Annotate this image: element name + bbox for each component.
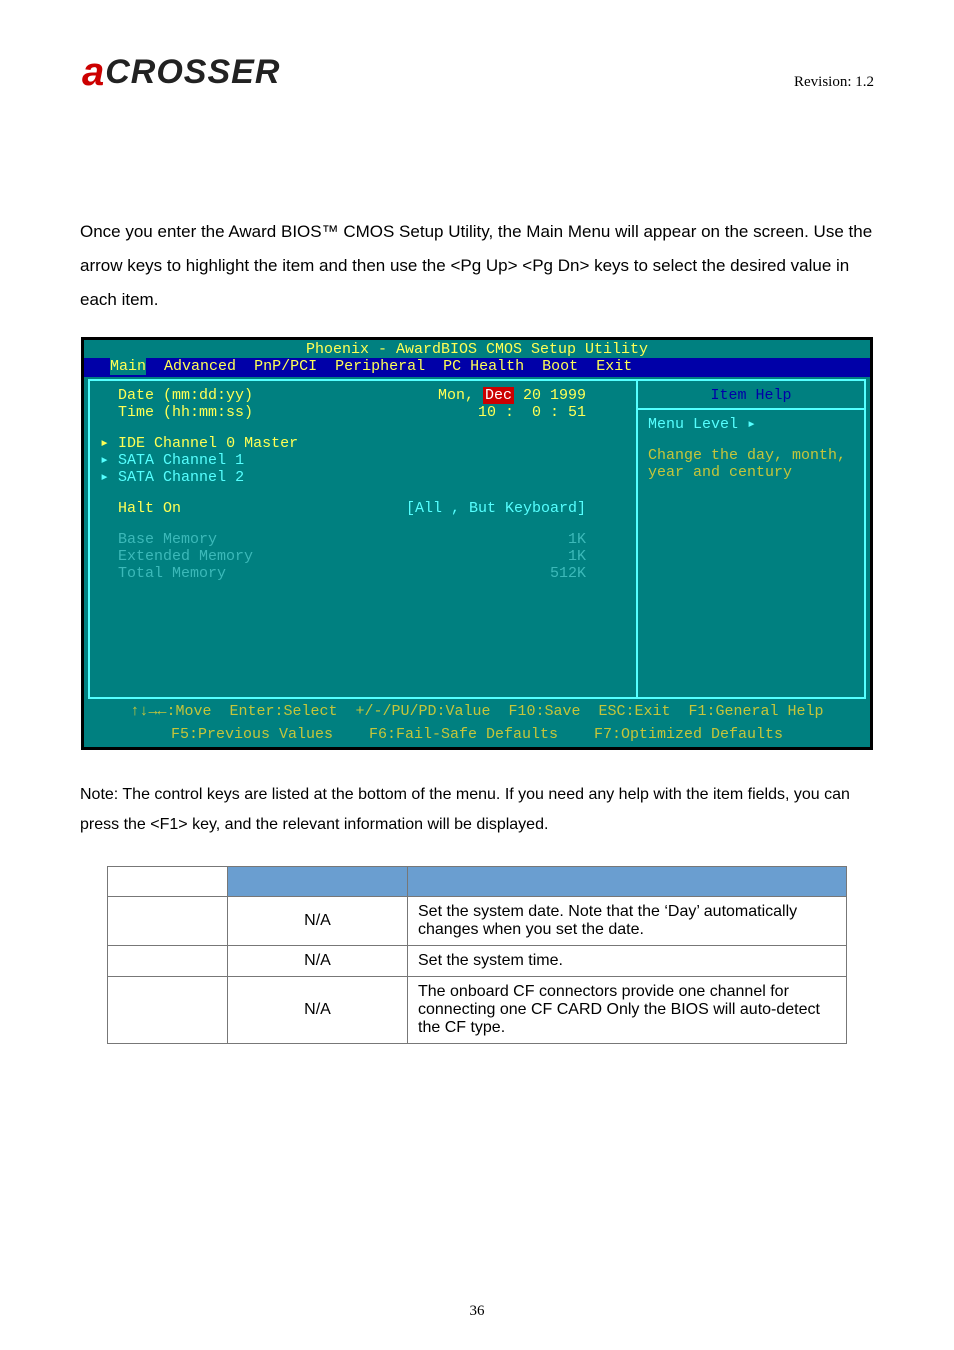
bios-screenshot: Phoenix - AwardBIOS CMOS Setup Utility M… <box>81 337 873 750</box>
bios-date-value[interactable]: Mon, Dec 20 1999 <box>330 387 626 404</box>
bios-body: Date (mm:dd:yy) Mon, Dec 20 1999 Time (h… <box>84 377 870 701</box>
table-cell <box>108 945 228 976</box>
bios-sata1-row[interactable]: ▸ SATA Channel 1 <box>100 452 626 469</box>
table-cell-option: N/A <box>228 945 408 976</box>
bios-footer1: ↑↓→←:Move Enter:Select +/-/PU/PD:Value F… <box>84 701 870 724</box>
table-header-1 <box>108 866 228 896</box>
bios-menu-peripheral[interactable]: Peripheral <box>335 358 425 375</box>
bios-time-value[interactable]: 10 : 0 : 51 <box>330 404 626 421</box>
options-table: N/A Set the system date. Note that the ‘… <box>107 866 847 1044</box>
bios-date-highlight[interactable]: Dec <box>483 387 514 404</box>
table-header-3 <box>408 866 847 896</box>
bios-menu-exit[interactable]: Exit <box>596 358 632 375</box>
logo: aCROSSER <box>80 50 280 95</box>
table-cell-desc: Set the system date. Note that the ‘Day’… <box>408 896 847 945</box>
bios-halt-row[interactable]: Halt On [All , But Keyboard] <box>100 500 626 517</box>
bios-help-text: Change the day, month, year and century <box>648 447 854 481</box>
table-cell <box>108 896 228 945</box>
triangle-icon: ▸ <box>100 469 109 486</box>
bios-menu-main[interactable]: Main <box>110 358 146 375</box>
bios-totmem-row: Total Memory 512K <box>100 565 626 582</box>
bios-date-label: Date (mm:dd:yy) <box>100 387 330 404</box>
triangle-icon: ▸ <box>100 452 109 469</box>
bios-sata2-row[interactable]: ▸ SATA Channel 2 <box>100 469 626 486</box>
bios-footer2: F5:Previous Values F6:Fail-Safe Defaults… <box>84 724 870 747</box>
bios-basemem-row: Base Memory 1K <box>100 531 626 548</box>
bios-menu-pnppci[interactable]: PnP/PCI <box>254 358 317 375</box>
bios-basemem-value: 1K <box>330 531 626 548</box>
table-row: N/A Set the system time. <box>108 945 847 976</box>
bios-date-row[interactable]: Date (mm:dd:yy) Mon, Dec 20 1999 <box>100 387 626 404</box>
table-cell <box>108 976 228 1043</box>
table-cell-option: N/A <box>228 896 408 945</box>
table-row: N/A Set the system date. Note that the ‘… <box>108 896 847 945</box>
note-paragraph: Note: The control keys are listed at the… <box>80 780 874 841</box>
bios-menubar[interactable]: Main Advanced PnP/PCI Peripheral PC Heal… <box>84 358 870 377</box>
bios-help-title: Item Help <box>648 387 854 404</box>
divider <box>638 408 864 410</box>
table-header-row <box>108 866 847 896</box>
bios-totmem-value: 512K <box>330 565 626 582</box>
bios-ide-row[interactable]: ▸ IDE Channel 0 Master <box>100 435 626 452</box>
triangle-icon: ▸ <box>100 435 109 452</box>
bios-title: Phoenix - AwardBIOS CMOS Setup Utility <box>84 340 870 358</box>
table-header-2 <box>228 866 408 896</box>
table-cell-desc: The onboard CF connectors provide one ch… <box>408 976 847 1043</box>
page-header: aCROSSER Revision: 1.2 <box>80 50 874 95</box>
logo-mark-icon: a <box>80 50 107 95</box>
bios-help-pane: Item Help Menu Level ▸ Change the day, m… <box>636 379 866 699</box>
table-row: N/A The onboard CF connectors provide on… <box>108 976 847 1043</box>
bios-menu-boot[interactable]: Boot <box>542 358 578 375</box>
bios-time-label: Time (hh:mm:ss) <box>100 404 330 421</box>
section-title: 4.1 Main Setup <box>80 155 874 187</box>
bios-menu-level: Menu Level ▸ <box>648 416 854 433</box>
bios-menu-pchealth[interactable]: PC Health <box>443 358 524 375</box>
bios-menu-advanced[interactable]: Advanced <box>164 358 236 375</box>
bios-halt-value[interactable]: [All , But Keyboard] <box>330 500 626 517</box>
bios-left-pane: Date (mm:dd:yy) Mon, Dec 20 1999 Time (h… <box>88 379 636 699</box>
bios-extmem-row: Extended Memory 1K <box>100 548 626 565</box>
revision-text: Revision: 1.2 <box>794 74 874 91</box>
table-cell-desc: Set the system time. <box>408 945 847 976</box>
page-number: 36 <box>0 1303 954 1320</box>
intro-paragraph: Once you enter the Award BIOS™ CMOS Setu… <box>80 215 874 317</box>
table-cell-option: N/A <box>228 976 408 1043</box>
bios-time-row[interactable]: Time (hh:mm:ss) 10 : 0 : 51 <box>100 404 626 421</box>
bios-extmem-value: 1K <box>330 548 626 565</box>
logo-text: CROSSER <box>105 53 280 92</box>
